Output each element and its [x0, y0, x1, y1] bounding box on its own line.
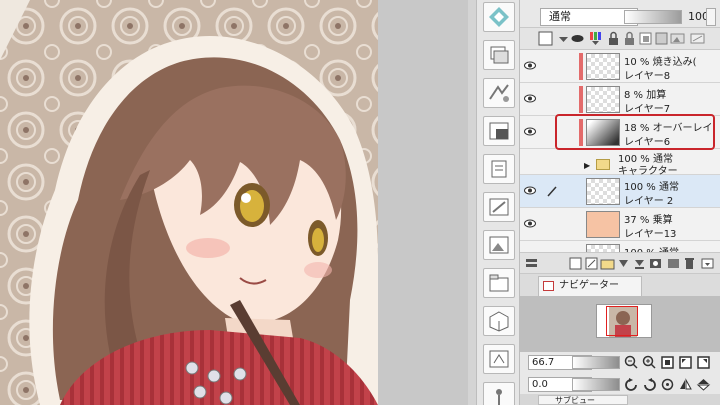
- layer-name: レイヤー 2: [624, 196, 674, 207]
- layer-mode-label: 100 % 通常: [624, 244, 679, 252]
- layer-color-marker: [579, 86, 583, 113]
- canvas-area[interactable]: [0, 0, 468, 405]
- layer-mode-label: 100 % 通常: [624, 182, 679, 193]
- figure-button[interactable]: [483, 382, 515, 405]
- history-button[interactable]: [483, 344, 515, 374]
- folder-icon: [596, 159, 610, 170]
- layer-name: レイヤー7: [624, 104, 671, 115]
- zoom-out-icon[interactable]: [624, 355, 639, 370]
- layer-highlight-callout: [555, 114, 715, 150]
- blend-mode-value: 通常: [549, 10, 571, 23]
- layer-name: レイヤー13: [624, 229, 677, 240]
- rotation-value: 0.0: [532, 379, 548, 390]
- layer-mode-label: 8 % 加算: [624, 90, 667, 101]
- zoom-value: 66.7: [532, 357, 555, 368]
- merge-down-icon[interactable]: [632, 256, 647, 271]
- rotate-row: 0.0: [520, 374, 720, 394]
- dropdown-icon[interactable]: [556, 31, 571, 46]
- rotation-slider[interactable]: [572, 378, 620, 391]
- layer-toolbar: [520, 28, 720, 50]
- navigator-view-frame[interactable]: [606, 306, 638, 336]
- layer-panel-button[interactable]: [483, 40, 515, 70]
- new-raster-layer-icon[interactable]: [568, 256, 583, 271]
- apply-mask-icon[interactable]: [666, 256, 681, 271]
- zoom-slider[interactable]: [572, 356, 620, 369]
- actual-size-icon[interactable]: [660, 355, 675, 370]
- color-wheel-button[interactable]: [483, 2, 515, 32]
- eye-icon[interactable]: [524, 61, 536, 70]
- illustration-artwork: [0, 0, 378, 405]
- new-folder-icon[interactable]: [600, 256, 615, 271]
- image-material-button[interactable]: [483, 230, 515, 260]
- layer-name: レイヤー8: [624, 71, 671, 82]
- mask-icon[interactable]: [570, 31, 585, 46]
- clip-icon[interactable]: [638, 31, 653, 46]
- navigator-icon: [543, 281, 554, 291]
- brush-icon: [547, 186, 557, 197]
- transform-button[interactable]: [483, 192, 515, 222]
- palette-icon[interactable]: [588, 31, 603, 46]
- layer-row[interactable]: 100 % 通常: [520, 241, 720, 252]
- flip-horizontal-icon[interactable]: [678, 377, 693, 392]
- layer-thumbnail: [586, 244, 620, 252]
- layer-thumbnail: [586, 211, 620, 238]
- layer-color-icon[interactable]: [538, 31, 553, 46]
- fit-window-icon[interactable]: [678, 355, 693, 370]
- reference-icon[interactable]: [654, 31, 669, 46]
- lock-alpha-icon[interactable]: [622, 31, 637, 46]
- layer-row[interactable]: 37 % 乗算 レイヤー13: [520, 208, 720, 241]
- zoom-row: 66.7: [520, 352, 720, 374]
- navigator-tab-row: ナビゲーター: [520, 274, 720, 296]
- 3d-material-button[interactable]: [483, 306, 515, 336]
- color-mix-button[interactable]: [483, 78, 515, 108]
- layer-thumbnail: [586, 86, 620, 113]
- layer-row[interactable]: 10 % 焼き込み( レイヤー8: [520, 50, 720, 83]
- subview-tab-label: サブビュー: [555, 396, 595, 405]
- side-tool-strip: [476, 0, 520, 405]
- expand-caret-icon[interactable]: ▶: [584, 161, 590, 170]
- folder-button[interactable]: [483, 268, 515, 298]
- pattern-button[interactable]: [483, 116, 515, 146]
- layer-mode-label: 10 % 焼き込み(: [624, 57, 697, 68]
- reset-rotation-icon[interactable]: [660, 377, 675, 392]
- navigator-preview[interactable]: [520, 296, 720, 352]
- layer-row[interactable]: 8 % 加算 レイヤー7: [520, 83, 720, 116]
- eye-icon[interactable]: [524, 219, 536, 228]
- eye-icon[interactable]: [524, 127, 536, 136]
- material-button[interactable]: [483, 154, 515, 184]
- new-vector-layer-icon[interactable]: [584, 256, 599, 271]
- flip-vertical-icon[interactable]: [696, 377, 711, 392]
- navigator-tab-label: ナビゲーター: [559, 280, 619, 291]
- subview-tab-row: サブビュー: [520, 394, 720, 405]
- mask-add-icon[interactable]: [648, 256, 663, 271]
- layer-color-marker: [579, 53, 583, 80]
- layer-folder-row[interactable]: ▶ 100 % 通常 キャラクター: [520, 149, 720, 177]
- delete-layer-icon[interactable]: [682, 256, 697, 271]
- layer-bottom-toolbar: [520, 252, 720, 274]
- zoom-in-icon[interactable]: [642, 355, 657, 370]
- opacity-slider[interactable]: [624, 10, 682, 24]
- fit-canvas-icon[interactable]: [696, 355, 711, 370]
- layer-list: 10 % 焼き込み( レイヤー8 8 % 加算 レイヤー7 18 % オーバーレ…: [520, 50, 720, 252]
- subview-tab[interactable]: サブビュー: [538, 395, 628, 405]
- eye-icon[interactable]: [524, 94, 536, 103]
- navigator-tab[interactable]: ナビゲーター: [538, 276, 642, 296]
- transfer-down-icon[interactable]: [616, 256, 631, 271]
- draft-icon[interactable]: [670, 31, 685, 46]
- rotate-right-icon[interactable]: [642, 377, 657, 392]
- layer-settings-icon[interactable]: [690, 31, 705, 46]
- rotate-left-icon[interactable]: [624, 377, 639, 392]
- layer-stack-icon[interactable]: [524, 256, 539, 271]
- layer-thumbnail: [586, 53, 620, 80]
- eye-icon[interactable]: [524, 186, 536, 195]
- layer-thumbnail: [586, 178, 620, 205]
- layer-row-selected[interactable]: 100 % 通常 レイヤー 2: [520, 175, 720, 208]
- layer-menu-icon[interactable]: [700, 256, 715, 271]
- blend-mode-row: 通常 ▼ 100: [520, 0, 720, 28]
- layer-panel: 通常 ▼ 100 10 % 焼き込み( レイヤー8: [520, 0, 720, 405]
- opacity-spinner[interactable]: [706, 8, 716, 26]
- lock-icon[interactable]: [606, 31, 621, 46]
- layer-mode-label: 37 % 乗算: [624, 215, 673, 226]
